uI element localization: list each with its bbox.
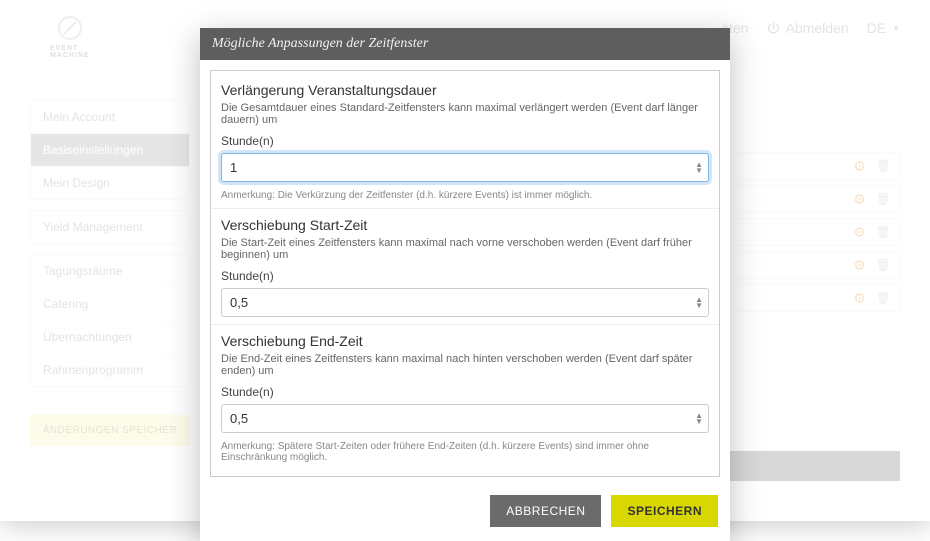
section-desc: Die End-Zeit eines Zeitfensters kann max… [221,353,709,377]
input-label: Stunde(n) [221,385,709,399]
section-title: Verschiebung End-Zeit [221,333,709,349]
section-note: Anmerkung: Spätere Start-Zeiten oder frü… [221,441,709,463]
input-label: Stunde(n) [221,269,709,283]
section-verschiebung-start: Verschiebung Start-Zeit Die Start-Zeit e… [211,208,719,320]
input-label: Stunde(n) [221,134,709,148]
input-start-verschiebung-stunden[interactable] [221,288,709,317]
section-desc: Die Gesamtdauer eines Standard-Zeitfenst… [221,102,709,126]
section-verschiebung-end: Verschiebung End-Zeit Die End-Zeit eines… [211,324,719,466]
modal-title: Mögliche Anpassungen der Zeitfenster [200,28,730,60]
section-title: Verlängerung Veranstaltungsdauer [221,82,709,98]
section-desc: Die Start-Zeit eines Zeitfensters kann m… [221,237,709,261]
section-title: Verschiebung Start-Zeit [221,217,709,233]
save-button[interactable]: SPEICHERN [611,495,718,527]
section-note: Anmerkung: Die Verkürzung der Zeitfenste… [221,190,709,201]
cancel-button[interactable]: ABBRECHEN [490,495,601,527]
modal-zeitfenster: Mögliche Anpassungen der Zeitfenster Ver… [200,28,730,541]
input-verlaengerung-stunden[interactable] [221,153,709,182]
section-verlaengerung: Verlängerung Veranstaltungsdauer Die Ges… [211,77,719,204]
input-end-verschiebung-stunden[interactable] [221,404,709,433]
